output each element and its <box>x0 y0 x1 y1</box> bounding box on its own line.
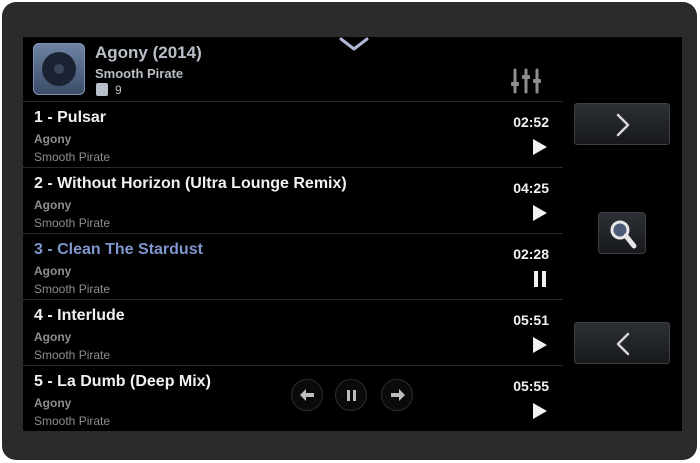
track-artist: Smooth Pirate <box>34 216 111 230</box>
arrow-left-icon <box>300 389 314 401</box>
album-cover <box>33 43 85 95</box>
album-header: Agony (2014) Smooth Pirate 9 <box>23 37 563 101</box>
pause-icon[interactable] <box>533 271 547 287</box>
device-frame: Agony (2014) Smooth Pirate 9 1 - Pulsar <box>2 2 697 460</box>
track-album: Agony <box>34 132 72 146</box>
track-row[interactable]: 4 - Interlude Agony Smooth Pirate 05:51 <box>23 299 563 366</box>
track-row[interactable]: 2 - Without Horizon (Ultra Lounge Remix)… <box>23 167 563 234</box>
track-album: Agony <box>34 198 72 212</box>
track-duration: 05:51 <box>513 312 549 328</box>
play-icon[interactable] <box>533 139 547 155</box>
chevron-left-icon <box>616 332 630 356</box>
album-title: Agony (2014) <box>95 43 202 62</box>
track-artist: Smooth Pirate <box>34 150 111 164</box>
track-duration: 02:28 <box>513 246 549 262</box>
track-row[interactable]: 1 - Pulsar Agony Smooth Pirate 02:52 <box>23 101 563 168</box>
search-button[interactable] <box>598 212 646 254</box>
play-icon[interactable] <box>533 337 547 353</box>
play-icon[interactable] <box>533 403 547 419</box>
track-title: 1 - Pulsar <box>34 109 107 126</box>
pause-icon <box>347 390 356 401</box>
track-title: 3 - Clean The Stardust <box>34 241 203 258</box>
album-artist: Smooth Pirate <box>95 66 184 81</box>
track-album: Agony <box>34 330 72 344</box>
next-page-button[interactable] <box>574 103 670 145</box>
mini-pause-button[interactable] <box>335 379 367 411</box>
track-row-active[interactable]: 3 - Clean The Stardust Agony Smooth Pira… <box>23 233 563 300</box>
track-title: 4 - Interlude <box>34 307 125 324</box>
chevron-right-icon <box>616 113 630 137</box>
track-title: 5 - La Dumb (Deep Mix) <box>34 373 211 390</box>
track-count: 9 <box>115 83 122 97</box>
mini-prev-button[interactable] <box>291 379 323 411</box>
track-title: 2 - Without Horizon (Ultra Lounge Remix) <box>34 175 347 192</box>
prev-page-button[interactable] <box>574 322 670 364</box>
mini-next-button[interactable] <box>381 379 413 411</box>
track-duration: 04:25 <box>513 180 549 196</box>
track-artist: Smooth Pirate <box>34 282 111 296</box>
play-icon[interactable] <box>533 205 547 221</box>
track-duration: 02:52 <box>513 114 549 130</box>
track-album: Agony <box>34 396 72 410</box>
arrow-right-icon <box>391 389 405 401</box>
equalizer-icon[interactable] <box>511 68 541 94</box>
search-icon <box>610 220 637 249</box>
player-screen: Agony (2014) Smooth Pirate 9 1 - Pulsar <box>23 37 682 431</box>
track-artist: Smooth Pirate <box>34 348 111 362</box>
track-artist: Smooth Pirate <box>34 414 111 428</box>
track-album: Agony <box>34 264 72 278</box>
speaker-hub <box>54 64 64 74</box>
track-duration: 05:55 <box>513 378 549 394</box>
track-count-icon <box>96 83 108 96</box>
